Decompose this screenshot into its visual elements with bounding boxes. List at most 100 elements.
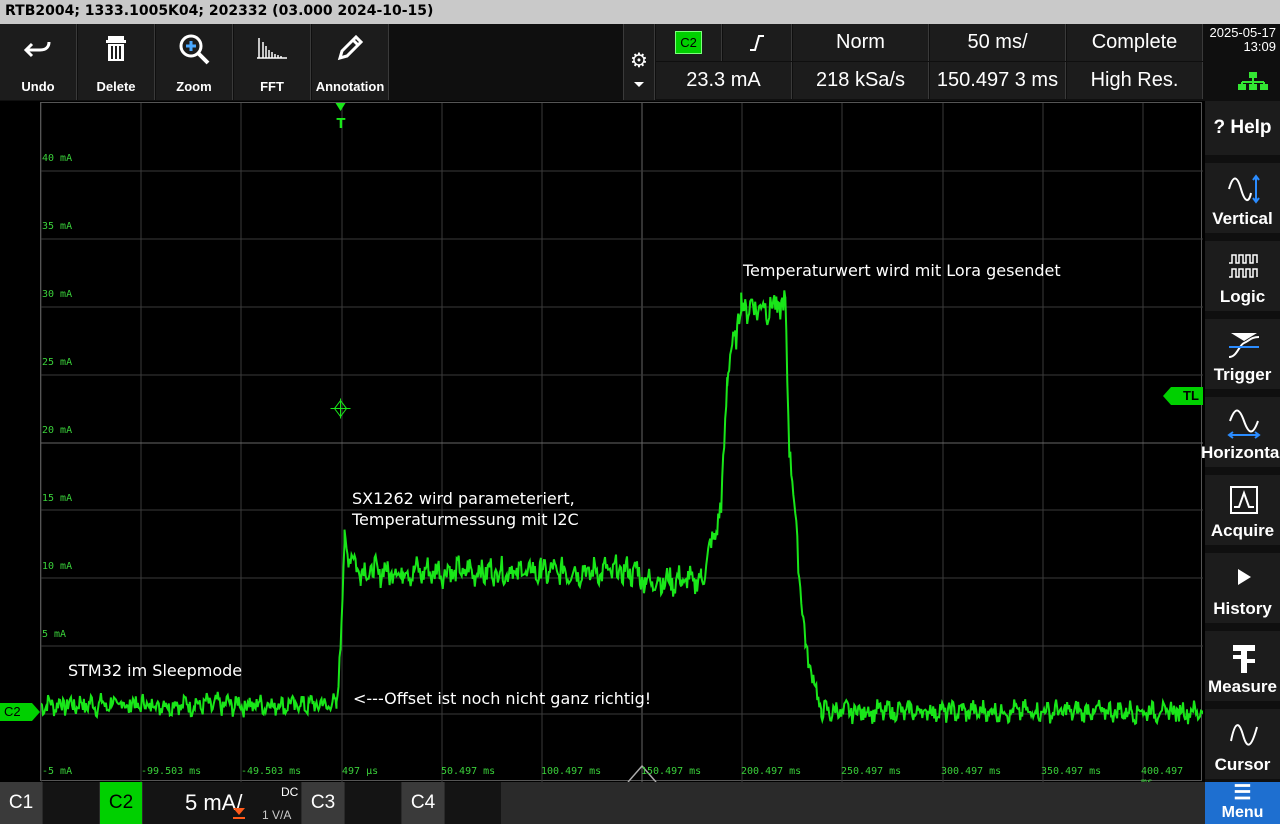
channel-c1-button[interactable]: C1 (0, 782, 42, 824)
history-button[interactable]: History (1205, 553, 1280, 627)
trash-icon (106, 36, 126, 61)
y-tick-label: 35 mA (42, 221, 73, 232)
y-tick-label: -5 mA (42, 766, 73, 777)
logic-icon (1229, 254, 1258, 278)
zoom-label: Zoom (176, 79, 212, 94)
annotation-sleep[interactable]: STM32 im Sleepmode (68, 661, 242, 680)
horizontal-label: Horizontal (1200, 443, 1280, 462)
channel-value[interactable]: 23.3 mA (656, 62, 792, 99)
trigger-button[interactable]: Trigger (1205, 319, 1280, 393)
settings-button[interactable]: ⚙ (623, 24, 655, 100)
menu-button[interactable]: ☰ Menu (1205, 782, 1280, 824)
gear-icon: ⚙ (630, 50, 648, 72)
trigger-crosshair (330, 398, 351, 419)
zoom-icon (179, 34, 210, 65)
offset-arrow-bar (233, 817, 245, 819)
instrument-id: RTB2004; 1333.1005K04; 202332 (03.000 20… (5, 3, 434, 19)
undo-label: Undo (21, 79, 55, 94)
channel-c4-slot[interactable] (445, 782, 501, 824)
help-label: Help (1230, 117, 1272, 138)
time-text: 13:09 (1243, 39, 1276, 54)
annotation-sx1262[interactable]: SX1262 wird parameteriert, Temperaturmes… (352, 488, 579, 530)
trigger-position-marker (335, 103, 346, 111)
x-tick-label: 150.497 ms (641, 766, 702, 777)
vertical-icon (1228, 174, 1260, 204)
delete-label: Delete (96, 79, 136, 94)
trigger-level-marker[interactable]: TL (1163, 387, 1203, 405)
acquire-button[interactable]: Acquire (1205, 475, 1280, 549)
x-tick-label: 250.497 ms (841, 766, 902, 777)
menu-label: Menu (1221, 804, 1264, 821)
time-scale[interactable]: 50 ms/ (930, 24, 1066, 61)
channel-c1-slot[interactable] (43, 782, 99, 824)
channel-offset-marker[interactable]: C2 (0, 703, 40, 721)
channel-c2-button[interactable]: C2 (100, 782, 142, 824)
question-icon: ? (1213, 117, 1226, 138)
date-text: 2025-05-17 (1209, 25, 1277, 40)
annotation-offset[interactable]: <---Offset ist noch nicht ganz richtig! (353, 689, 651, 708)
cursor-label: Cursor (1214, 755, 1271, 774)
acquire-label: Acquire (1210, 521, 1275, 540)
waveform-plot[interactable]: T (41, 103, 1203, 782)
cursor-icon (1230, 724, 1258, 746)
annotation-button[interactable]: Annotation (312, 24, 389, 100)
history-label: History (1213, 599, 1272, 618)
annotation-label: Annotation (315, 79, 385, 94)
undo-button[interactable]: Undo (0, 24, 77, 100)
channel-c3-slot[interactable] (345, 782, 401, 824)
waveform-trace (41, 290, 1203, 726)
trigger-mode[interactable]: Norm (793, 24, 929, 61)
rising-edge-icon (750, 34, 764, 51)
horizontal-button[interactable]: Horizontal (1201, 397, 1280, 471)
pencil-icon (337, 34, 364, 61)
x-tick-label: 50.497 ms (441, 766, 496, 777)
x-tick-label: 100.497 ms (541, 766, 602, 777)
trigger-label: Trigger (1213, 365, 1272, 384)
channel-c3-button[interactable]: C3 (302, 782, 344, 824)
offset-arrow-icon (233, 808, 245, 815)
c2-coupling: DC (281, 785, 299, 799)
y-tick-label: 40 mA (42, 153, 73, 164)
acquisition-state[interactable]: Complete (1067, 24, 1203, 61)
measure-button[interactable]: Measure (1205, 631, 1280, 705)
acquisition-mode[interactable]: High Res. (1067, 62, 1203, 99)
play-icon (1238, 569, 1251, 585)
fft-button[interactable]: FFT (234, 24, 311, 100)
undo-icon (23, 41, 51, 58)
x-tick-label: 350.497 ms (1041, 766, 1102, 777)
y-tick-label: 20 mA (42, 425, 73, 436)
trigger-label: T (337, 117, 346, 132)
x-tick-label: 300.497 ms (941, 766, 1002, 777)
cursor-button[interactable]: Cursor (1205, 709, 1280, 783)
datetime: 2025-05-17 13:09 (1205, 24, 1280, 101)
vertical-label: Vertical (1212, 209, 1273, 228)
vertical-button[interactable]: Vertical (1205, 163, 1280, 237)
x-tick-label: -99.503 ms (141, 766, 202, 777)
help-button[interactable]: ? Help (1205, 101, 1280, 159)
y-tick-label: 25 mA (42, 357, 73, 368)
measure-icon (1233, 645, 1255, 673)
c2-ratio: 1 V/A (262, 808, 292, 822)
channel-c2-settings[interactable]: 5 mA/ DC 1 V/A (143, 782, 301, 824)
x-tick-label: -49.503 ms (241, 766, 302, 777)
waveform-display[interactable]: T 40 mA 35 mA 30 mA 25 mA 20 mA 15 mA 10… (40, 102, 1203, 788)
channel-bar: C1 C2 5 mA/ DC 1 V/A C3 C4 (0, 782, 1280, 824)
sample-rate[interactable]: 218 kSa/s (793, 62, 929, 99)
network-icon[interactable] (1238, 72, 1268, 90)
channel-badge-cell[interactable]: C2 (656, 24, 722, 61)
y-tick-label: 10 mA (42, 561, 73, 572)
time-offset[interactable]: 150.497 3 ms (930, 62, 1066, 99)
horizontal-icon (1227, 409, 1261, 439)
title-bar: RTB2004; 1333.1005K04; 202332 (03.000 20… (0, 0, 1280, 24)
delete-button[interactable]: Delete (78, 24, 155, 100)
acquire-icon (1230, 486, 1258, 514)
y-tick-label: 30 mA (42, 289, 73, 300)
annotation-lora[interactable]: Temperaturwert wird mit Lora gesendet (743, 261, 1061, 280)
logic-button[interactable]: Logic (1205, 241, 1280, 315)
channel-c4-button[interactable]: C4 (402, 782, 444, 824)
right-panel: ? Help Vertical Logic Trigger Horizontal (1201, 101, 1280, 783)
trigger-slope-cell[interactable] (723, 24, 792, 61)
toolbar: Undo Delete Zoom FFT Annotation ⚙ C2 Nor… (0, 24, 1205, 101)
zoom-button[interactable]: Zoom (156, 24, 233, 100)
fft-label: FFT (260, 79, 284, 94)
